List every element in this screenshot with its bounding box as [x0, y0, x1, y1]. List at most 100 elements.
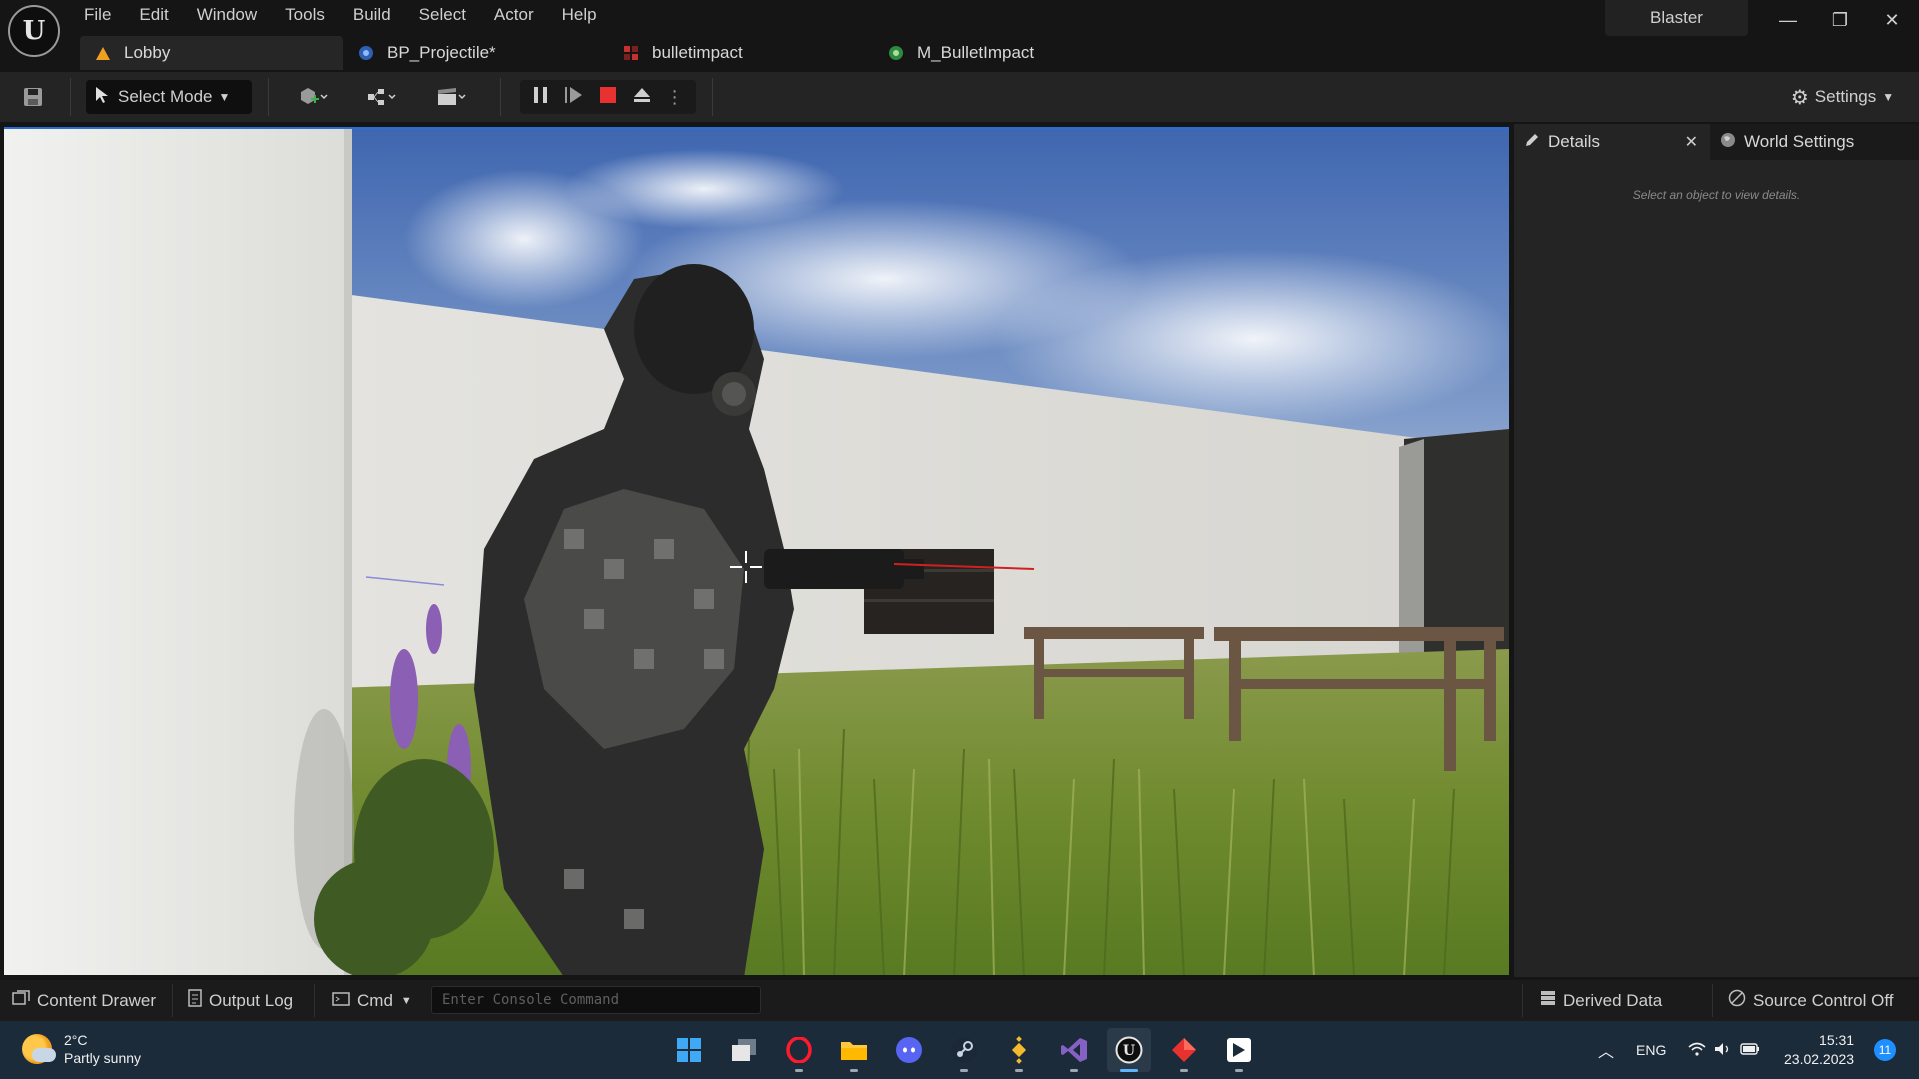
chevron-down-icon: ▼	[218, 90, 231, 104]
weather-widget[interactable]: 2°C Partly sunny	[22, 1031, 141, 1067]
title-bar: U File Edit Window Tools Build Select Ac…	[0, 0, 1919, 70]
project-name: Blaster	[1605, 0, 1748, 36]
partly-sunny-icon	[22, 1034, 56, 1064]
blueprint-menu-button[interactable]	[356, 80, 406, 114]
chevron-up-icon: ︿	[1598, 1044, 1615, 1061]
output-log-icon	[188, 989, 202, 1012]
step-frame-icon[interactable]	[563, 85, 585, 110]
file-explorer-icon[interactable]	[832, 1028, 876, 1072]
cursor-icon	[94, 86, 110, 109]
statusbar-divider	[314, 984, 315, 1017]
pause-icon[interactable]	[532, 85, 550, 110]
windows-start-icon[interactable]	[667, 1028, 711, 1072]
binance-icon[interactable]	[997, 1028, 1041, 1072]
unreal-editor-window: U File Edit Window Tools Build Select Ac…	[0, 0, 1919, 1021]
blueprint-icon	[357, 44, 375, 62]
details-empty-hint: Select an object to view details.	[1632, 188, 1801, 202]
output-log-button[interactable]: Output Log	[188, 980, 293, 1021]
rider-app-icon[interactable]	[1217, 1028, 1261, 1072]
tab-lobby[interactable]: Lobby	[80, 36, 343, 70]
menu-select[interactable]: Select	[405, 0, 480, 30]
stop-icon[interactable]	[598, 85, 618, 110]
source-control-button[interactable]: Source Control Off	[1728, 980, 1893, 1021]
terminal-icon	[332, 991, 350, 1011]
menu-actor[interactable]: Actor	[480, 0, 548, 30]
tab-label: M_BulletImpact	[917, 43, 1035, 62]
toolbar-divider	[268, 78, 269, 116]
menu-tools[interactable]: Tools	[271, 0, 339, 30]
cmd-label: Cmd	[357, 990, 393, 1010]
material-icon	[887, 44, 905, 62]
volume-icon	[1714, 1042, 1732, 1059]
cinematics-button[interactable]	[426, 80, 476, 114]
settings-button[interactable]: ⚙ Settings ▼	[1780, 80, 1905, 114]
document-tabs: Lobby BP_Projectile* bulletimpact M_Bull…	[80, 36, 1138, 70]
minimize-button[interactable]: —	[1762, 0, 1814, 40]
content-drawer-button[interactable]: Content Drawer	[12, 980, 156, 1021]
pencil-icon	[1524, 132, 1540, 153]
close-icon[interactable]: ✕	[1685, 132, 1698, 152]
menu-window[interactable]: Window	[183, 0, 271, 30]
main-toolbar: Select Mode ▼ ⋮ ⚙ Settings ▼	[0, 72, 1919, 122]
niagara-icon	[622, 44, 640, 62]
viewport-scene	[4, 129, 1509, 975]
taskbar-apps: U	[667, 1028, 1272, 1072]
wifi-icon	[1688, 1042, 1706, 1059]
panel-tabs: Details ✕ World Settings	[1514, 124, 1919, 160]
more-options-icon[interactable]: ⋮	[666, 87, 684, 108]
tab-bulletimpact[interactable]: bulletimpact	[608, 36, 873, 70]
discord-icon[interactable]	[887, 1028, 931, 1072]
opera-icon[interactable]	[777, 1028, 821, 1072]
temperature: 2°C	[64, 1032, 88, 1048]
statusbar-divider	[172, 984, 173, 1017]
eject-icon[interactable]	[631, 85, 653, 110]
steam-icon[interactable]	[942, 1028, 986, 1072]
toolbar-divider	[70, 78, 71, 116]
tab-details[interactable]: Details ✕	[1514, 124, 1710, 160]
menu-edit[interactable]: Edit	[125, 0, 182, 30]
notification-badge[interactable]: 11	[1874, 1039, 1896, 1061]
source-control-off-icon	[1728, 989, 1746, 1012]
globe-icon	[1720, 132, 1736, 153]
menu-build[interactable]: Build	[339, 0, 405, 30]
level-viewport[interactable]	[4, 127, 1509, 975]
save-icon[interactable]	[14, 80, 52, 114]
tab-label: bulletimpact	[652, 43, 743, 62]
svg-text:U: U	[1123, 1043, 1135, 1059]
toolbar-divider	[500, 78, 501, 116]
clock[interactable]: 15:31 23.02.2023	[1784, 1031, 1854, 1069]
task-view-icon[interactable]	[722, 1028, 766, 1072]
tab-m-bulletimpact[interactable]: M_BulletImpact	[873, 36, 1138, 70]
windows-taskbar: 2°C Partly sunny U ︿ ENG 15:31 23.02.202…	[0, 1021, 1919, 1079]
content-drawer-label: Content Drawer	[37, 990, 157, 1010]
details-panel: Details ✕ World Settings Select an objec…	[1514, 124, 1919, 977]
tab-world-settings[interactable]: World Settings	[1710, 124, 1864, 160]
select-mode-label: Select Mode	[118, 87, 213, 106]
menu-help[interactable]: Help	[548, 0, 611, 30]
unreal-engine-icon[interactable]: U	[1107, 1028, 1151, 1072]
statusbar-divider	[1712, 984, 1713, 1017]
tab-bp-projectile[interactable]: BP_Projectile*	[343, 36, 608, 70]
weather-condition: Partly sunny	[64, 1050, 142, 1066]
toolbar-divider	[712, 78, 713, 116]
system-tray-icons[interactable]	[1688, 1021, 1760, 1079]
select-mode-dropdown[interactable]: Select Mode ▼	[86, 80, 252, 114]
restore-button[interactable]: ❐	[1814, 0, 1866, 40]
cmd-dropdown[interactable]: Cmd ▼	[332, 980, 412, 1021]
visual-studio-icon[interactable]	[1052, 1028, 1096, 1072]
unreal-logo-icon[interactable]: U	[8, 5, 60, 57]
console-command-input[interactable]: Enter Console Command	[431, 986, 761, 1014]
derived-data-button[interactable]: Derived Data	[1540, 980, 1662, 1021]
close-window-button[interactable]: ✕	[1866, 0, 1918, 40]
chevron-down-icon: ▼	[400, 994, 412, 1007]
date: 23.02.2023	[1784, 1051, 1855, 1067]
derived-data-label: Derived Data	[1563, 990, 1663, 1010]
tab-details-label: Details	[1548, 132, 1600, 151]
menu-file[interactable]: File	[70, 0, 125, 30]
red-diamond-app-icon[interactable]	[1162, 1028, 1206, 1072]
tab-world-settings-label: World Settings	[1744, 132, 1855, 151]
show-hidden-icons-button[interactable]: ︿	[1598, 1021, 1614, 1079]
add-actor-button[interactable]	[288, 80, 338, 114]
language-indicator[interactable]: ENG	[1636, 1021, 1666, 1079]
menu-bar: File Edit Window Tools Build Select Acto…	[70, 0, 611, 30]
